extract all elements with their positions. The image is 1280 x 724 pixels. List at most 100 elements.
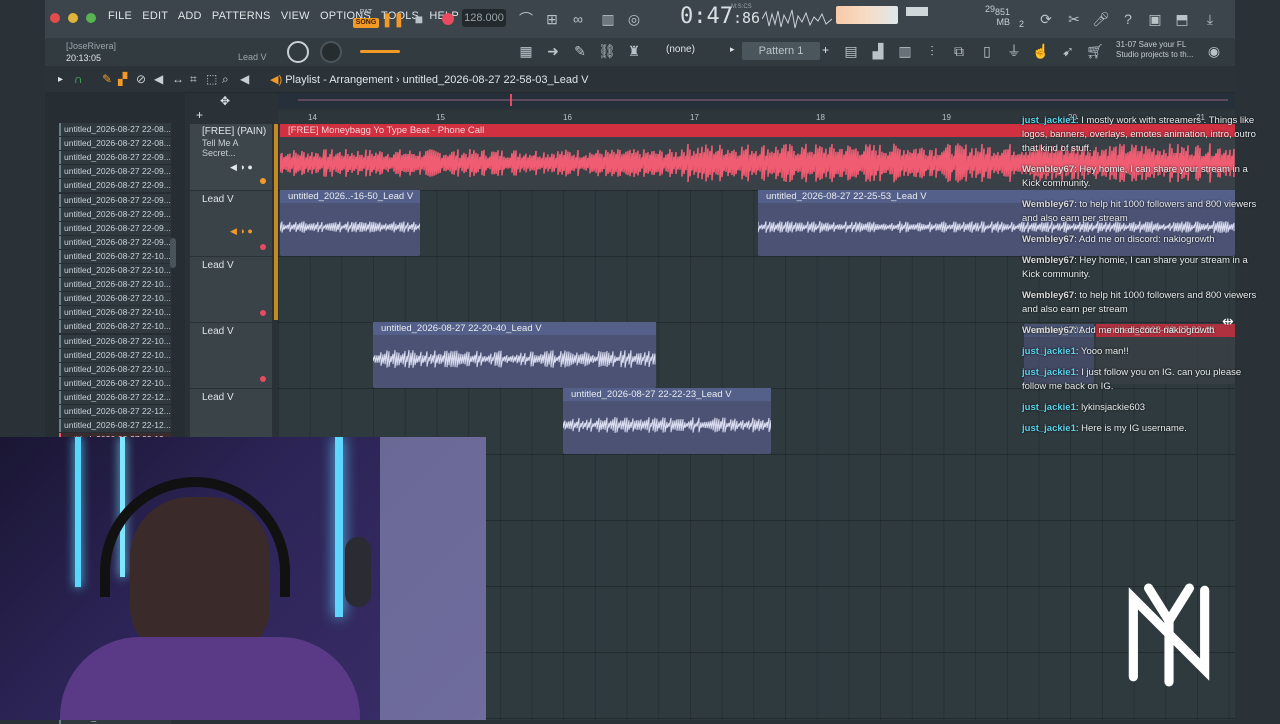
pause-button[interactable]: ❚❚ [381,7,405,31]
master-volume-knob[interactable] [320,41,342,63]
stamp-icon[interactable]: ♜ [622,39,646,63]
menu-add[interactable]: ADD [178,10,202,22]
tempo-tapper-icon[interactable]: ☝ [1029,39,1053,63]
audio-clip-lead-1[interactable]: untitled_2026..-16-50_Lead V [280,190,420,256]
browser-item[interactable]: untitled_2026-08-27 22-10... [59,306,171,320]
pattern-selector[interactable]: Pattern 1 [742,42,820,60]
swing-slider[interactable] [360,50,400,53]
magnet-icon[interactable]: ∩ [74,72,83,86]
arrow-right-icon[interactable]: ➜ [541,39,565,63]
add-pattern-icon[interactable]: + [822,43,829,57]
browser-item[interactable]: untitled_2026-08-27 22-09... [59,151,171,165]
browser-item[interactable]: untitled_2026-08-27 22-09... [59,207,171,221]
track-dot-2[interactable] [260,310,266,316]
track-controls-icon[interactable]: ◀ ◑ ● [230,226,253,237]
minimize-window-button[interactable] [68,13,78,23]
browser-item[interactable]: untitled_2026-08-27 22-12... [59,419,171,433]
track-header-lead-3[interactable]: Lead V [190,322,272,389]
link-icon[interactable]: ⛓ [595,39,619,63]
track-header-lead-2[interactable]: Lead V [190,256,272,323]
pen-icon[interactable]: ✎ [568,39,592,63]
help-icon[interactable]: ? [1116,7,1140,31]
draw-tool-icon[interactable]: ✎ [102,72,112,86]
master-volume-meter[interactable] [836,6,898,24]
channel-rack-icon[interactable]: ▟ [866,39,890,63]
browser-item[interactable]: untitled_2026-08-27 22-10... [59,334,171,348]
menu-edit[interactable]: EDIT [142,10,168,22]
browser-item[interactable]: untitled_2026-08-27 22-08... [59,123,171,136]
audio-clip-lead-4[interactable]: untitled_2026-08-27 22-22-23_Lead V [563,388,771,454]
playback-tool-icon[interactable]: ◀ [240,72,249,86]
browser-item[interactable]: untitled_2026-08-27 22-12... [59,405,171,418]
browser-item[interactable]: untitled_2026-08-27 22-10... [59,249,171,263]
microphone-icon[interactable]: 🎤︎ [1089,7,1113,31]
paint-tool-icon[interactable]: ▞ [118,72,127,86]
loop-record-icon[interactable]: ◎ [622,7,646,31]
browser-item[interactable]: untitled_2026-08-27 22-10... [59,292,171,306]
tempo-display[interactable]: 128.000 [462,9,506,27]
plug-icon[interactable]: ⏚ [1002,39,1026,63]
track-dot-3[interactable] [260,376,266,382]
master-pitch-knob[interactable] [287,41,309,63]
tools-icon[interactable]: ✂ [1062,7,1086,31]
browser-item[interactable]: untitled_2026-08-27 22-10... [59,376,171,390]
arrangement-overview[interactable] [278,93,1235,108]
browser-item[interactable]: untitled_2026-08-27 22-09... [59,221,171,235]
menu-patterns[interactable]: PATTERNS [212,10,271,22]
browser-item[interactable]: untitled_2026-08-27 22-10... [59,362,171,376]
move-icon[interactable]: ✥ [220,94,230,108]
piano-roll-window-icon[interactable]: ▥ [893,39,917,63]
plugin-picker-icon[interactable]: ⧉ [947,39,971,63]
export-icon[interactable]: ⬒ [1170,7,1194,31]
select-tool-icon[interactable]: ⬚ [206,72,217,86]
info-icon[interactable]: ◉ [1202,39,1226,63]
browser-item[interactable]: untitled_2026-08-27 22-09... [59,165,171,179]
browser-item[interactable]: untitled_2026-08-27 22-10... [59,264,171,277]
browser-item[interactable]: untitled_2026-08-27 22-09... [59,179,171,193]
browser-item[interactable]: untitled_2026-08-27 22-10... [59,278,171,292]
save-icon[interactable]: ▣ [1143,7,1167,31]
browser-item[interactable]: untitled_2026-08-27 22-12... [59,390,171,404]
snap-selector[interactable]: (none) [666,44,695,55]
playlist-icon[interactable]: ▤ [839,39,863,63]
countdown-icon[interactable]: ∞ [566,7,590,31]
track-header-beat[interactable]: [FREE] (PAIN) Tell Me A Secret... ◀ ◑ ● [190,124,272,191]
menu-view[interactable]: VIEW [281,10,310,22]
stop-button[interactable]: ■ [407,7,431,31]
browser-scrollbar[interactable] [170,238,176,268]
add-track-icon[interactable]: + [196,108,203,122]
download-icon[interactable]: ⤓ [1198,7,1222,31]
maximize-window-button[interactable] [86,13,96,23]
piano-roll-icon[interactable]: ▦ [514,39,538,63]
browser-item[interactable]: untitled_2026-08-27 22-10... [59,320,171,334]
zoom-tool-icon[interactable]: ⌕ [222,72,229,87]
mixer-icon[interactable]: ⫶ [920,39,944,63]
slip-tool-icon[interactable]: ↔ [172,72,184,86]
close-window-button[interactable] [50,13,60,23]
track-record-dot[interactable] [260,178,266,184]
playlist-options-icon[interactable]: ▸ [58,74,63,85]
refresh-icon[interactable]: ⟳ [1034,7,1058,31]
slice-tool-icon[interactable]: ⌗ [190,72,197,87]
track-dot-1[interactable] [260,244,266,250]
track-name-lead-3: Lead V [202,326,234,337]
browser-item[interactable]: untitled_2026-08-27 22-09... [59,193,171,207]
menu-file[interactable]: FILE [108,10,132,22]
browser-item[interactable]: untitled_2026-08-27 22-10... [59,348,171,362]
browser-icon[interactable]: ▯ [975,39,999,63]
smart-icon[interactable]: ➹ [1056,39,1080,63]
wait-input-icon[interactable]: ⊞ [540,7,564,31]
pat-song-toggle[interactable]: PAT SONG [353,8,379,30]
mute-tool-icon[interactable]: ◀ [154,72,163,86]
browser-item[interactable]: untitled_2026-08-27 22-08... [59,137,171,151]
track-mute-icon[interactable]: ◀ ◑ ● [230,162,253,173]
track-header-lead-1[interactable]: Lead V ◀ ◑ ● [190,190,272,257]
play-pattern-icon[interactable]: ▸ [730,44,735,55]
metronome-icon[interactable]: ⌒ [514,7,538,31]
record-button[interactable] [436,7,460,31]
step-edit-icon[interactable]: ▥ [596,7,620,31]
shop-icon[interactable]: 🛒︎ [1083,39,1107,63]
delete-tool-icon[interactable]: ⊘ [136,72,146,86]
audio-clip-lead-3[interactable]: untitled_2026-08-27 22-20-40_Lead V [373,322,656,388]
browser-item[interactable]: untitled_2026-08-27 22-09... [59,235,171,249]
